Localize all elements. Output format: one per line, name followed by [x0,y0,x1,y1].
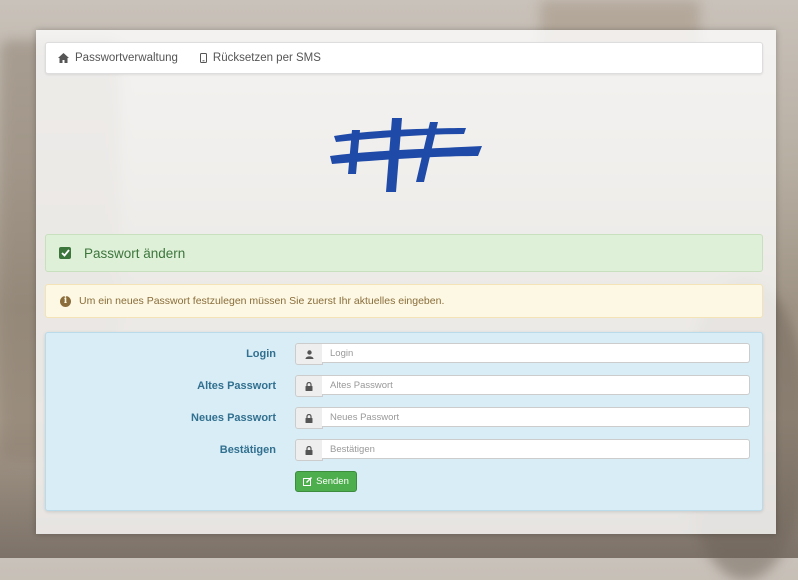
send-button-label: Senden [316,476,349,487]
new-password-input[interactable] [322,407,750,427]
nav-item-sms-reset[interactable]: Rücksetzen per SMS [199,52,321,64]
nav-item-passwortverwaltung[interactable]: Passwortverwaltung [58,52,178,64]
form-row-new-password: Neues Passwort [46,407,762,429]
top-navbar: Passwortverwaltung Rücksetzen per SMS [45,42,763,74]
form-row-old-password: Altes Passwort [46,375,762,397]
warning-alert: i Um ein neues Passwort festzulegen müss… [45,284,763,318]
edit-square-icon [303,477,313,486]
login-input[interactable] [322,343,750,363]
lock-icon [295,375,323,397]
warning-text: Um ein neues Passwort festzulegen müssen… [79,295,445,307]
info-circle-icon: i [60,295,71,307]
school-logo [326,112,486,202]
home-icon [58,53,69,63]
nav-label-passwortverwaltung: Passwortverwaltung [75,52,178,64]
old-password-input[interactable] [322,375,750,395]
lock-icon [295,439,323,461]
lock-icon [295,407,323,429]
send-button[interactable]: Senden [295,471,357,492]
alert-title: Passwort ändern [84,245,186,261]
login-label: Login [246,348,276,360]
user-icon [295,343,323,365]
mobile-icon [199,53,207,63]
success-alert: Passwort ändern [45,234,763,272]
old-password-label: Altes Passwort [197,380,276,392]
form-row-confirm: Bestätigen [46,439,762,461]
form-row-login: Login [46,343,762,365]
confirm-label: Bestätigen [219,444,276,456]
page-container: Passwortverwaltung Rücksetzen per SMS Pa… [36,30,776,534]
password-form: Login Altes Passwort Neues Passwort Best… [45,332,763,511]
confirm-password-input[interactable] [322,439,750,459]
new-password-label: Neues Passwort [191,412,276,424]
nav-label-sms-reset: Rücksetzen per SMS [212,52,321,64]
check-square-icon [59,247,71,259]
